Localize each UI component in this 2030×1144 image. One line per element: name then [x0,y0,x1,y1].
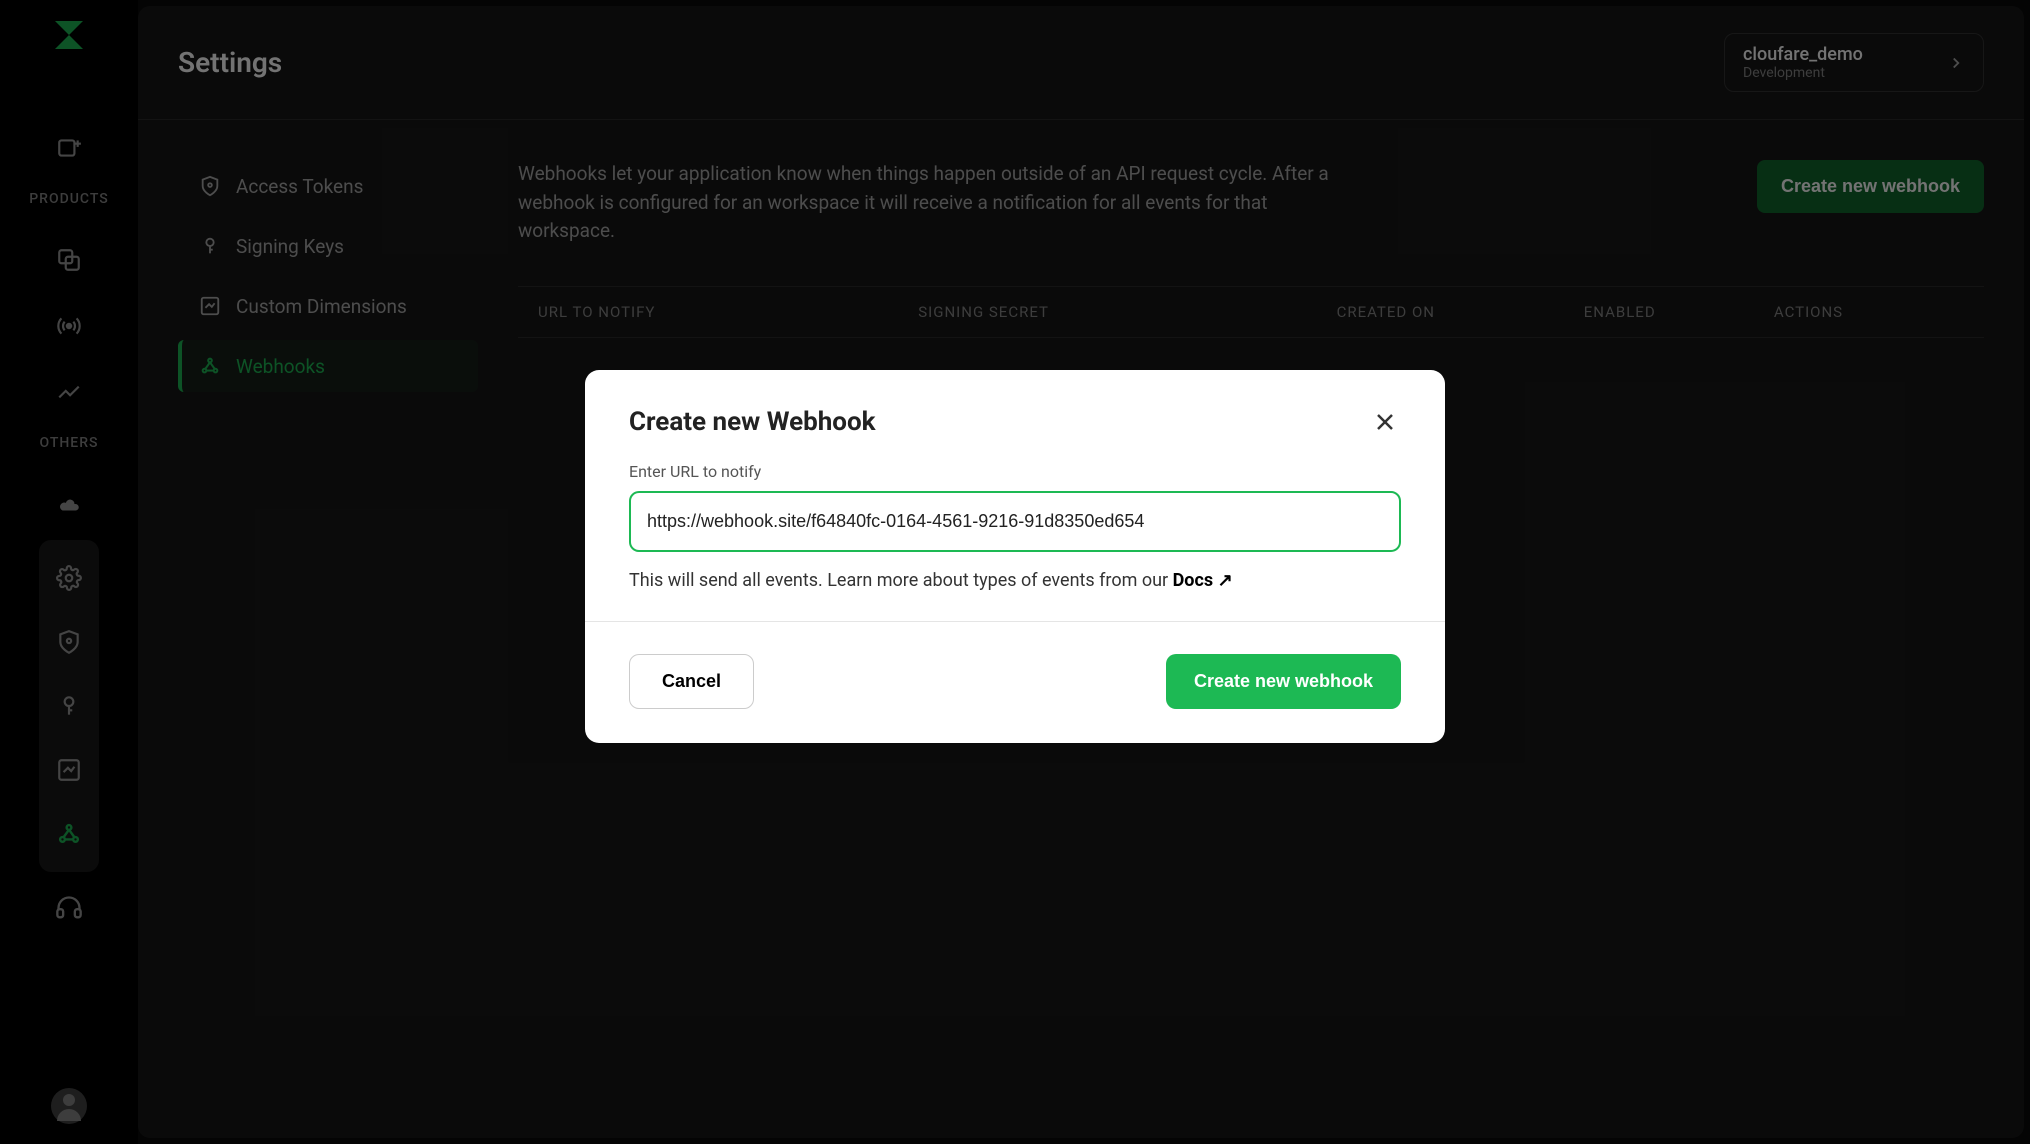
external-link-icon: ↗ [1218,570,1233,591]
create-webhook-modal: Create new Webhook Enter URL to notify T… [585,370,1445,743]
docs-link[interactable]: Docs ↗ [1173,570,1233,591]
url-input[interactable] [629,491,1401,552]
submit-create-webhook-button[interactable]: Create new webhook [1166,654,1401,709]
modal-help-text: This will send all events. Learn more ab… [629,570,1401,591]
modal-title: Create new Webhook [629,407,876,437]
modal-close-button[interactable] [1369,406,1401,438]
url-input-label: Enter URL to notify [629,462,1401,481]
modal-backdrop[interactable]: Create new Webhook Enter URL to notify T… [0,0,2030,1144]
close-icon [1373,410,1397,434]
app-root: PRODUCTS OTHERS [0,0,2030,1144]
cancel-button[interactable]: Cancel [629,654,754,709]
